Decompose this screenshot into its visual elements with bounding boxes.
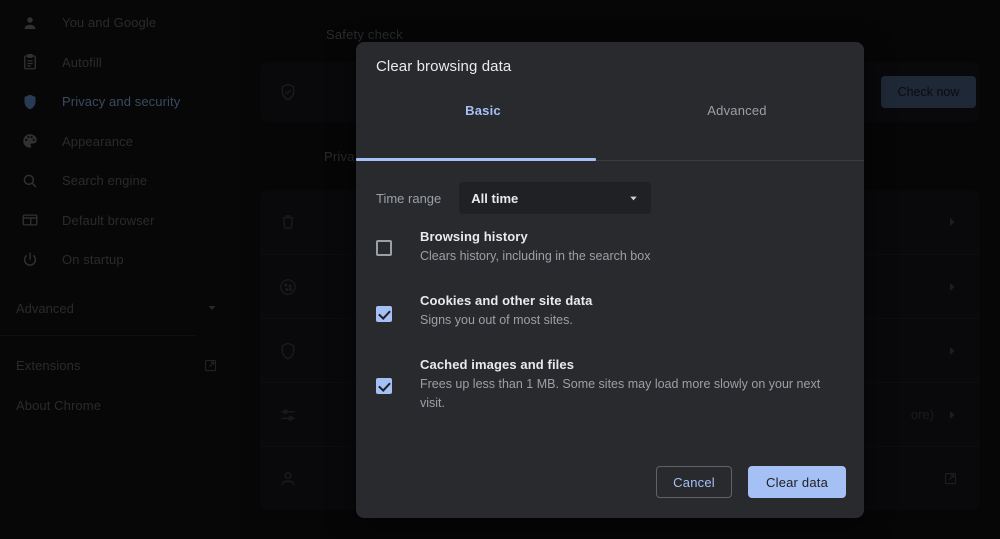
option-cookies-and-site-data[interactable]: Cookies and other site data Signs you ou… [376, 292, 844, 348]
tab-advanced[interactable]: Advanced [610, 90, 864, 131]
option-title: Browsing history [420, 229, 528, 244]
checkbox-cookies-and-site-data[interactable] [376, 306, 392, 322]
option-description: Signs you out of most sites. [420, 313, 573, 327]
chevron-down-icon [628, 193, 639, 204]
tab-basic[interactable]: Basic [356, 90, 610, 131]
option-text: Browsing history Clears history, includi… [420, 228, 844, 284]
option-browsing-history[interactable]: Browsing history Clears history, includi… [376, 228, 844, 284]
option-description: Clears history, including in the search … [420, 249, 651, 263]
option-text: Cached images and files Frees up less th… [420, 356, 844, 413]
checkbox-browsing-history[interactable] [376, 240, 392, 256]
option-text: Cookies and other site data Signs you ou… [420, 292, 844, 348]
option-title: Cookies and other site data [420, 293, 593, 308]
dialog-tabs: Basic Advanced [356, 90, 864, 131]
tab-active-indicator [356, 158, 596, 161]
time-range-value: All time [471, 190, 519, 206]
checkbox-cached-images-and-files[interactable] [376, 378, 392, 394]
option-cached-images-and-files[interactable]: Cached images and files Frees up less th… [376, 356, 844, 413]
option-title: Cached images and files [420, 357, 575, 372]
cancel-button[interactable]: Cancel [656, 466, 733, 498]
option-description: Frees up less than 1 MB. Some sites may … [420, 377, 821, 410]
clear-browsing-data-dialog: Clear browsing data Basic Advanced Time … [356, 42, 864, 518]
time-range-label: Time range [376, 190, 442, 206]
time-range-control: Time range All time [376, 182, 652, 214]
data-type-options: Browsing history Clears history, includi… [376, 228, 844, 413]
dialog-actions: Cancel Clear data [656, 466, 846, 498]
dialog-title: Clear browsing data [376, 58, 512, 75]
clear-data-button[interactable]: Clear data [748, 466, 846, 498]
settings-page: You and Google Autofill Privacy and secu… [0, 0, 1000, 539]
time-range-select[interactable]: All time [459, 182, 652, 214]
